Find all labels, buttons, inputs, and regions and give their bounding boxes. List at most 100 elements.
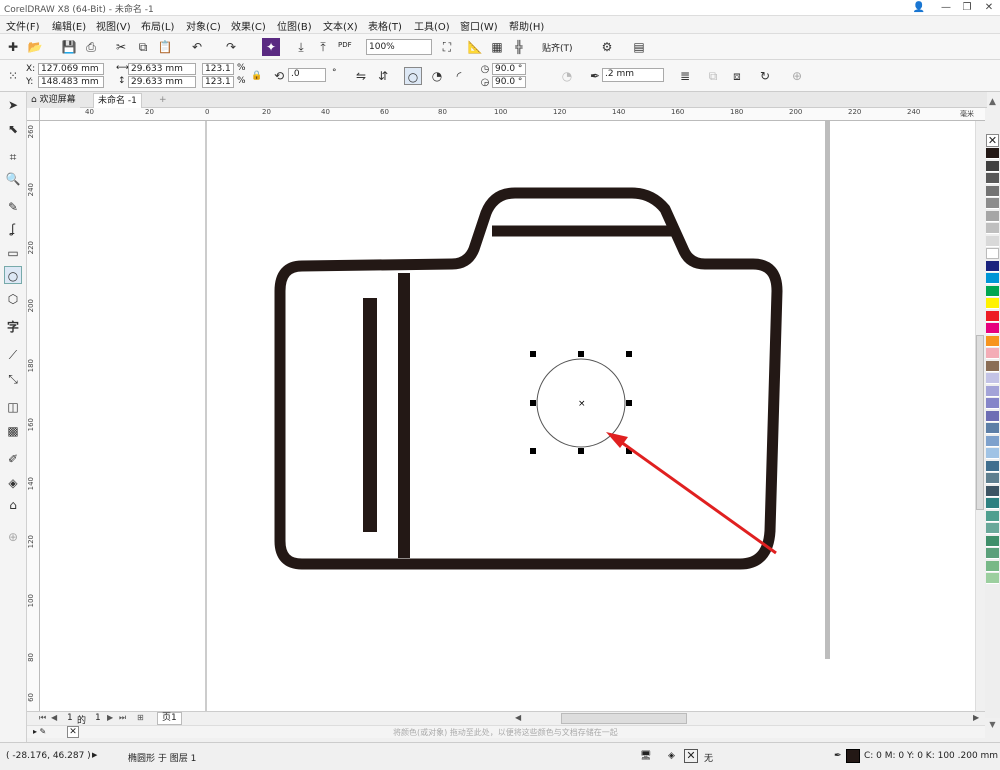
end-angle-field[interactable]: 90.0 ° [492, 76, 526, 88]
direction-icon[interactable]: ◔ [558, 67, 576, 85]
ruler-corner[interactable] [27, 108, 40, 121]
artistic-media-tool-icon[interactable]: ʆ [4, 220, 22, 238]
lock-ratio-icon[interactable]: 🔒 [248, 67, 266, 85]
color-swatch[interactable] [986, 198, 999, 209]
color-swatch[interactable] [986, 223, 999, 234]
color-swatch[interactable] [986, 248, 999, 259]
selection-handle[interactable] [578, 448, 584, 454]
to-front-icon[interactable]: ⧉ [704, 67, 722, 85]
rotation-angle-field[interactable]: .0 [288, 68, 326, 82]
menu-file[interactable]: 文件(F) [6, 18, 40, 33]
zoom-level-select[interactable]: 100% [366, 39, 432, 55]
status-expand-icon[interactable]: ▶ [92, 751, 97, 759]
color-swatch[interactable] [986, 323, 999, 334]
y-position-field[interactable]: 148.483 mm [38, 76, 104, 88]
color-swatch[interactable] [986, 148, 999, 159]
connector-tool-icon[interactable]: ⤡ [4, 370, 22, 388]
first-page-icon[interactable]: ⏮ [39, 713, 46, 723]
color-swatch[interactable] [986, 235, 999, 247]
ellipse-mode-icon[interactable]: ○ [404, 67, 422, 85]
color-swatch[interactable] [986, 410, 999, 422]
menu-edit[interactable]: 编辑(E) [52, 18, 86, 33]
add-tool-icon[interactable]: ⊕ [4, 528, 22, 546]
color-proofing-icon[interactable]: 🖥 [640, 751, 651, 761]
menu-view[interactable]: 视图(V) [96, 18, 131, 33]
new-document-icon[interactable]: ✚ [4, 38, 22, 56]
last-page-icon[interactable]: ⏭ [119, 713, 126, 723]
color-swatch[interactable] [986, 573, 999, 584]
rectangle-tool-icon[interactable]: ▭ [4, 244, 22, 262]
scroll-left-icon[interactable]: ◀ [515, 713, 521, 722]
account-icon[interactable]: 👤 [908, 0, 930, 15]
selection-handle[interactable] [530, 351, 536, 357]
ellipse-tool-icon[interactable]: ○ [4, 266, 22, 284]
height-field[interactable]: 29.633 mm [128, 76, 196, 88]
color-swatch[interactable] [986, 460, 999, 472]
color-swatch[interactable] [986, 273, 999, 284]
horizontal-scroll-thumb[interactable] [561, 713, 687, 724]
color-swatch[interactable] [986, 535, 999, 547]
polygon-tool-icon[interactable]: ⬡ [4, 290, 22, 308]
color-swatch[interactable] [986, 435, 999, 447]
camera-body-outline[interactable] [274, 187, 783, 570]
color-swatch[interactable] [986, 385, 999, 397]
mirror-horizontal-icon[interactable]: ⇋ [352, 67, 370, 85]
redo-icon[interactable]: ↷ [222, 38, 240, 56]
shape-tool-icon[interactable]: ⬉ [4, 120, 22, 138]
parallel-dimension-tool-icon[interactable]: ⟋ [4, 346, 22, 364]
close-button[interactable]: ✕ [978, 0, 1000, 15]
application-launcher-icon[interactable]: ▤ [630, 38, 648, 56]
outline-width-select[interactable]: .2 mm [602, 68, 664, 82]
minimize-button[interactable]: — [935, 0, 957, 15]
color-swatch[interactable] [986, 510, 999, 522]
color-swatch[interactable] [986, 448, 999, 459]
menu-layout[interactable]: 布局(L) [141, 18, 174, 33]
paste-icon[interactable]: 📋 [156, 38, 174, 56]
scale-height-field[interactable]: 123.1 [202, 76, 234, 88]
color-swatch[interactable] [986, 173, 999, 184]
search-content-icon[interactable]: ✦ [262, 38, 280, 56]
selection-handle[interactable] [626, 400, 632, 406]
pie-mode-icon[interactable]: ◔ [428, 67, 446, 85]
color-swatch[interactable] [986, 160, 999, 172]
menu-help[interactable]: 帮助(H) [509, 18, 544, 33]
transparency-tool-icon[interactable]: ▩ [4, 422, 22, 440]
color-swatch[interactable] [986, 423, 999, 434]
add-page-icon[interactable]: ⊞ [137, 713, 144, 722]
color-swatch[interactable] [986, 398, 999, 409]
color-swatch[interactable] [986, 560, 999, 572]
color-swatch[interactable] [986, 523, 999, 534]
export-icon[interactable]: ⤒ [314, 38, 332, 56]
menu-window[interactable]: 窗口(W) [460, 18, 498, 33]
menu-bitmaps[interactable]: 位图(B) [277, 18, 312, 33]
selection-handle[interactable] [530, 448, 536, 454]
freehand-tool-icon[interactable]: ✎ [4, 198, 22, 216]
color-swatch[interactable] [986, 548, 999, 559]
undo-icon[interactable]: ↶ [188, 38, 206, 56]
mirror-vertical-icon[interactable]: ⇵ [374, 67, 392, 85]
fill-none-swatch-icon[interactable]: ✕ [684, 749, 698, 763]
horizontal-ruler[interactable]: 40 20 0 20 40 60 80 100 120 140 160 180 … [40, 108, 985, 121]
menu-tools[interactable]: 工具(O) [414, 18, 450, 33]
color-swatch[interactable] [986, 185, 999, 197]
color-swatch[interactable] [986, 360, 999, 372]
crop-tool-icon[interactable]: ⌗ [4, 148, 22, 166]
menu-text[interactable]: 文本(X) [323, 18, 358, 33]
arc-mode-icon[interactable]: ◜ [450, 67, 468, 85]
next-page-icon[interactable]: ▶ [107, 713, 113, 722]
eyedropper-tool-icon[interactable]: ✐ [4, 450, 22, 468]
color-swatch[interactable] [986, 373, 999, 384]
scroll-right-icon[interactable]: ▶ [973, 713, 979, 722]
outline-color-swatch[interactable] [846, 749, 860, 763]
palette-scroll-down-icon[interactable]: ▼ [985, 720, 1000, 732]
open-folder-icon[interactable]: 📂 [26, 38, 44, 56]
object-origin-icon[interactable]: ⁙ [4, 67, 22, 85]
text-wrap-icon[interactable]: ≣ [676, 67, 694, 85]
color-swatch[interactable] [986, 310, 999, 322]
maximize-button[interactable]: ❐ [956, 0, 978, 15]
add-icon[interactable]: ⊕ [788, 67, 806, 85]
menu-table[interactable]: 表格(T) [368, 18, 402, 33]
scale-width-field[interactable]: 123.1 [202, 63, 234, 75]
color-swatch[interactable] [986, 498, 999, 509]
add-tab-button[interactable]: + [155, 93, 171, 108]
